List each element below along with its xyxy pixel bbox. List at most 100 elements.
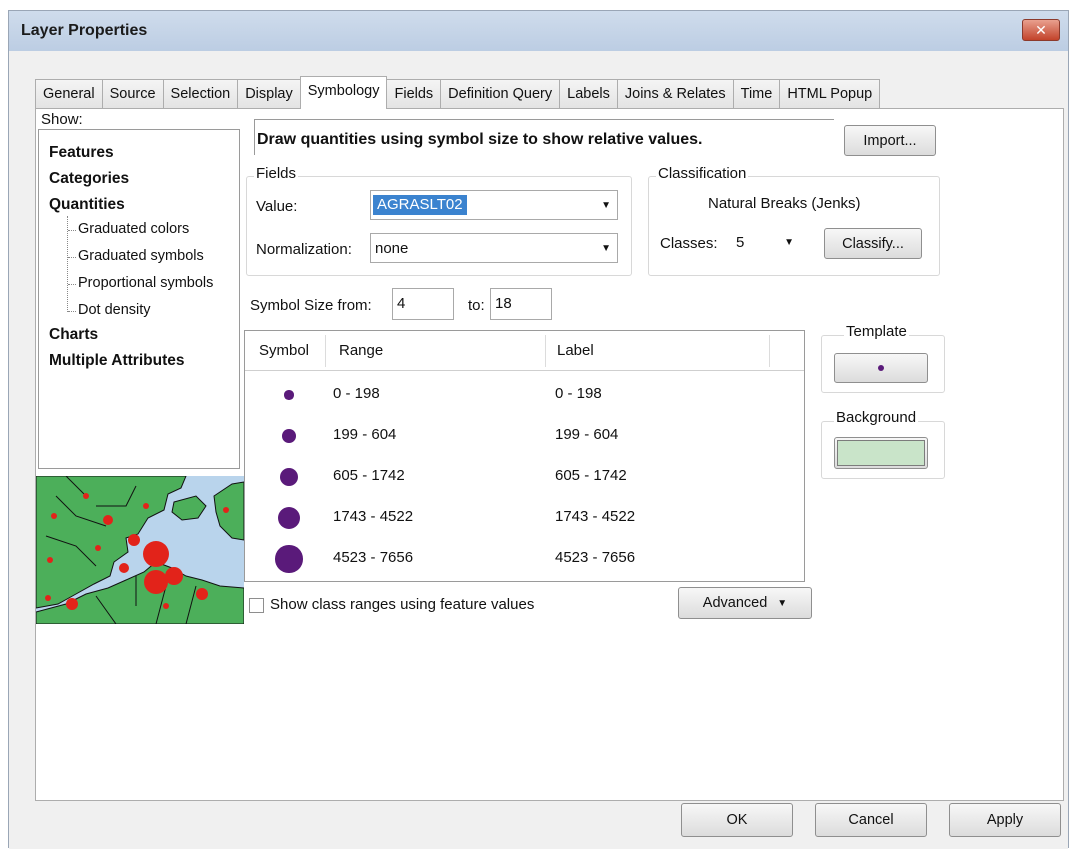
label-cell[interactable]: 1743 - 4522 <box>555 508 635 525</box>
preview-map <box>36 476 244 624</box>
renderer-tree: Features Categories Quantities Graduated… <box>38 129 240 469</box>
preview-map-image <box>36 476 244 624</box>
tab-symbology[interactable]: Symbology <box>299 76 388 109</box>
apply-button[interactable]: Apply <box>949 803 1061 837</box>
tree-item-graduated-symbols[interactable]: Graduated symbols <box>78 248 204 264</box>
import-button-label: Import... <box>863 132 917 149</box>
range-cell[interactable]: 199 - 604 <box>333 426 396 443</box>
header-range[interactable]: Range <box>339 342 383 359</box>
symbol-size-to-label: to: <box>468 297 485 314</box>
range-cell[interactable]: 605 - 1742 <box>333 467 405 484</box>
tree-item-charts[interactable]: Charts <box>49 326 98 344</box>
value-field-select[interactable]: AGRASLT02 ▼ <box>370 190 618 220</box>
chevron-down-icon: ▼ <box>601 243 611 254</box>
background-group-title: Background <box>834 409 919 426</box>
table-row[interactable]: 4523 - 7656 4523 - 7656 <box>245 539 804 579</box>
ok-button-label: OK <box>726 812 748 828</box>
chevron-down-icon: ▼ <box>601 200 611 211</box>
show-class-ranges-label: Show class ranges using feature values <box>270 596 535 613</box>
column-separator <box>769 335 770 367</box>
tab-source[interactable]: Source <box>101 79 164 109</box>
classification-method: Natural Breaks (Jenks) <box>708 195 861 212</box>
tab-time[interactable]: Time <box>732 79 781 109</box>
template-symbol-button[interactable] <box>834 353 928 383</box>
template-group-title: Template <box>844 323 909 340</box>
background-symbol-button[interactable] <box>834 437 928 469</box>
classify-button[interactable]: Classify... <box>824 228 922 259</box>
column-separator <box>545 335 546 367</box>
import-button[interactable]: Import... <box>844 125 936 156</box>
tree-item-features[interactable]: Features <box>49 144 114 162</box>
symbol-size-from-input[interactable]: 4 <box>392 288 454 320</box>
cancel-button[interactable]: Cancel <box>815 803 927 837</box>
graduated-symbol-icon[interactable] <box>282 429 296 443</box>
chevron-down-icon: ▼ <box>777 597 788 609</box>
tab-html-popup[interactable]: HTML Popup <box>779 79 881 109</box>
table-row[interactable]: 1743 - 4522 1743 - 4522 <box>245 498 804 538</box>
table-row[interactable]: 199 - 604 199 - 604 <box>245 416 804 456</box>
symbol-size-to-input[interactable]: 18 <box>490 288 552 320</box>
tab-general[interactable]: General <box>35 79 103 109</box>
normalization-label: Normalization: <box>256 241 352 258</box>
tree-connector <box>68 230 76 231</box>
table-row[interactable]: 605 - 1742 605 - 1742 <box>245 457 804 497</box>
header-label[interactable]: Label <box>557 342 594 359</box>
advanced-button[interactable]: Advanced ▼ <box>678 587 812 619</box>
renderer-description: Draw quantities using symbol size to sho… <box>254 119 834 155</box>
tree-item-graduated-colors[interactable]: Graduated colors <box>78 221 189 237</box>
range-cell[interactable]: 1743 - 4522 <box>333 508 413 525</box>
value-field-selected: AGRASLT02 <box>373 195 467 215</box>
show-label: Show: <box>41 111 83 128</box>
ok-button[interactable]: OK <box>681 803 793 837</box>
tab-definition-query[interactable]: Definition Query <box>440 79 561 109</box>
description-text: Draw quantities using symbol size to sho… <box>257 131 703 148</box>
close-button[interactable]: ✕ <box>1022 19 1060 41</box>
title-bar: Layer Properties ✕ <box>9 11 1068 51</box>
tab-labels[interactable]: Labels <box>559 79 618 109</box>
table-row[interactable]: 0 - 198 0 - 198 <box>245 375 804 415</box>
normalization-select[interactable]: none ▼ <box>370 233 618 263</box>
dialog-title: Layer Properties <box>21 22 148 39</box>
close-icon: ✕ <box>1035 21 1047 38</box>
tree-connector <box>68 284 76 285</box>
tree-connector <box>68 311 76 312</box>
range-cell[interactable]: 4523 - 7656 <box>333 549 413 566</box>
background-color-swatch <box>837 440 925 466</box>
range-cell[interactable]: 0 - 198 <box>333 385 380 402</box>
tree-item-quantities[interactable]: Quantities <box>49 196 125 214</box>
label-cell[interactable]: 199 - 604 <box>555 426 618 443</box>
tab-selection[interactable]: Selection <box>162 79 239 109</box>
header-symbol[interactable]: Symbol <box>259 342 309 359</box>
label-cell[interactable]: 4523 - 7656 <box>555 549 635 566</box>
value-label: Value: <box>256 198 298 215</box>
graduated-symbol-icon[interactable] <box>284 390 294 400</box>
tree-item-dot-density[interactable]: Dot density <box>78 302 151 318</box>
classes-select[interactable]: 5 ▼ <box>732 228 800 256</box>
graduated-symbol-icon[interactable] <box>279 467 299 487</box>
classes-selected: 5 <box>736 234 745 251</box>
tree-item-proportional-symbols[interactable]: Proportional symbols <box>78 275 213 291</box>
class-symbol-table: Symbol Range Label 0 - 198 0 - 198 199 - 6… <box>244 330 805 582</box>
classes-label: Classes: <box>660 235 718 252</box>
fields-group-title: Fields <box>254 165 299 182</box>
symbology-panel: Show: Features Categories Quantities Gra… <box>35 108 1064 801</box>
symbol-size-from-label: Symbol Size from: <box>250 297 372 314</box>
tab-display[interactable]: Display <box>237 79 301 109</box>
label-cell[interactable]: 0 - 198 <box>555 385 602 402</box>
layer-properties-dialog: Layer Properties ✕ General Source Select… <box>8 10 1069 849</box>
tree-item-multiple-attributes[interactable]: Multiple Attributes <box>49 352 184 370</box>
column-separator <box>325 335 326 367</box>
tree-connector <box>68 257 76 258</box>
apply-button-label: Apply <box>986 812 1024 828</box>
show-class-ranges-checkbox[interactable] <box>249 598 264 613</box>
graduated-symbol-icon[interactable] <box>277 506 301 530</box>
tab-fields[interactable]: Fields <box>386 79 442 109</box>
label-cell[interactable]: 605 - 1742 <box>555 467 627 484</box>
graduated-symbol-icon[interactable] <box>275 545 303 573</box>
tree-item-categories[interactable]: Categories <box>49 170 129 188</box>
table-header: Symbol Range Label <box>245 331 804 371</box>
classification-group-title: Classification <box>656 165 749 182</box>
cancel-button-label: Cancel <box>848 812 894 828</box>
tab-joins-relates[interactable]: Joins & Relates <box>616 79 734 109</box>
classify-button-label: Classify... <box>842 235 904 252</box>
